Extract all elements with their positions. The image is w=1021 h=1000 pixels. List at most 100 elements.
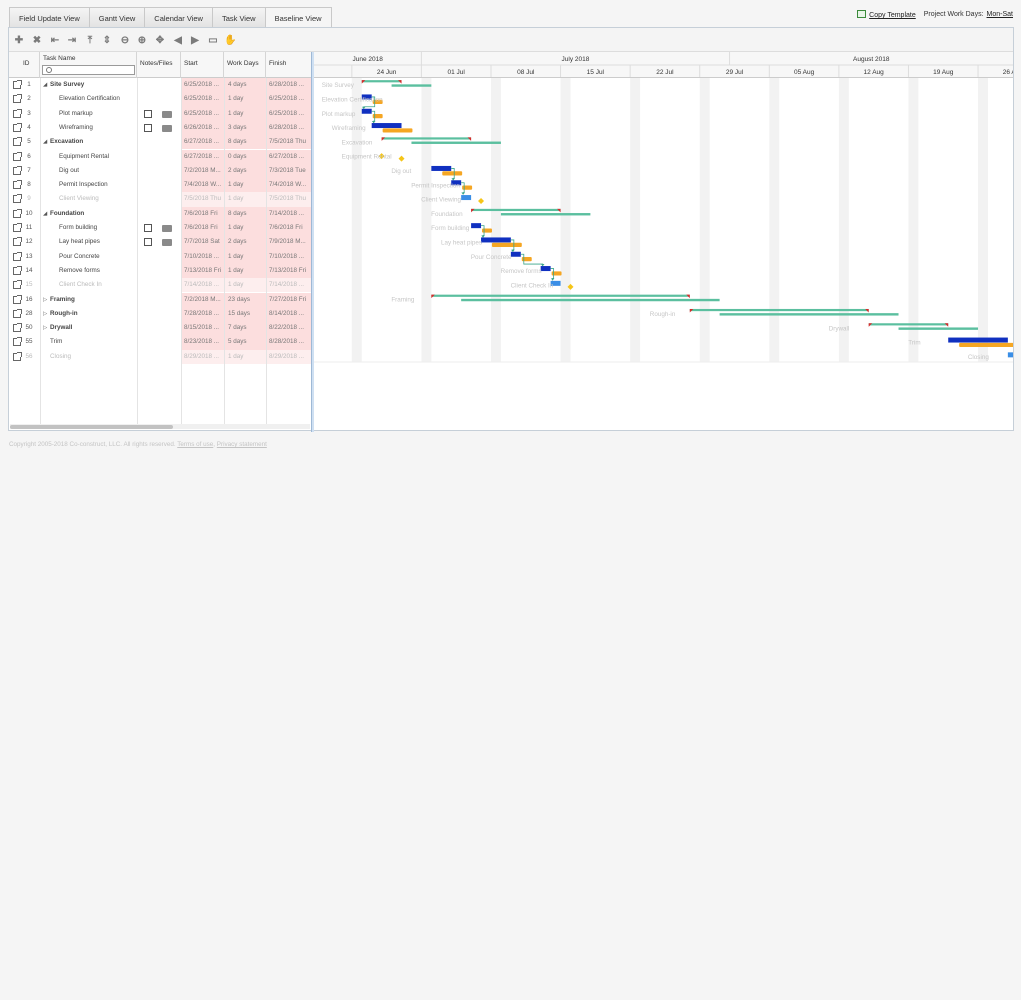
open-task-icon[interactable] — [13, 323, 22, 333]
column-header-task-name[interactable]: Task Name — [40, 52, 137, 78]
task-start[interactable]: 7/2/2018 M... — [181, 292, 224, 307]
open-task-icon[interactable] — [13, 337, 22, 347]
task-name[interactable]: Pour Concrete — [59, 250, 154, 264]
fit-icon[interactable]: ✥ — [154, 35, 166, 46]
expand-icon[interactable]: ▷ — [43, 311, 47, 317]
task-start[interactable]: 7/7/2018 Sat — [181, 235, 224, 250]
open-task-icon[interactable] — [13, 94, 22, 104]
task-start[interactable]: 6/25/2018 ... — [181, 78, 224, 93]
task-name[interactable]: Client Check In — [59, 278, 154, 292]
task-finish[interactable]: 7/5/2018 Thu — [266, 135, 311, 150]
link-icon[interactable]: ▭ — [207, 35, 219, 46]
task-start[interactable]: 6/25/2018 ... — [181, 106, 224, 121]
task-finish[interactable]: 8/28/2018 ... — [266, 335, 311, 350]
task-work-days[interactable]: 2 days — [224, 235, 267, 250]
task-start[interactable]: 7/6/2018 Fri — [181, 206, 224, 221]
open-task-icon[interactable] — [13, 223, 22, 232]
task-work-days[interactable]: 2 days — [224, 163, 267, 179]
task-start[interactable]: 7/10/2018 ... — [181, 249, 224, 264]
task-work-days[interactable]: 1 day — [224, 249, 267, 264]
tab-field-update-view[interactable]: Field Update View — [9, 7, 90, 28]
task-name[interactable]: Excavation — [50, 135, 145, 149]
task-name[interactable]: Plot markup — [59, 107, 154, 121]
task-finish[interactable]: 7/3/2018 Tue — [266, 163, 311, 179]
scroll-right-icon[interactable]: ▶ — [189, 35, 201, 46]
task-finish[interactable]: 6/28/2018 ... — [266, 120, 311, 136]
task-start[interactable]: 7/2/2018 M... — [181, 163, 224, 179]
column-header-notes[interactable]: Notes/Files — [137, 52, 181, 78]
task-name[interactable]: Wireframing — [59, 121, 154, 135]
task-name[interactable]: Foundation — [50, 207, 145, 221]
zoom-in-icon[interactable]: ⊕ — [136, 35, 148, 46]
collapse-icon[interactable]: ◢ — [43, 139, 47, 145]
folder-icon[interactable] — [162, 124, 172, 132]
task-work-days[interactable]: 8 days — [224, 135, 267, 150]
task-work-days[interactable]: 1 day — [224, 278, 267, 293]
add-icon[interactable]: ✚ — [13, 35, 25, 46]
privacy-link[interactable]: Privacy statement — [217, 441, 267, 448]
task-work-days[interactable]: 5 days — [224, 335, 267, 350]
expand-all-icon[interactable]: ⇕ — [101, 35, 113, 46]
zoom-out-icon[interactable]: ⊖ — [119, 35, 131, 46]
copy-template-button[interactable]: Copy Template — [857, 9, 916, 19]
task-finish[interactable]: 6/28/2018 ... — [266, 78, 311, 93]
tab-task-view[interactable]: Task View — [211, 7, 266, 28]
task-finish[interactable]: 7/9/2018 M... — [266, 235, 311, 250]
task-name[interactable]: Rough-in — [50, 307, 145, 321]
task-name[interactable]: Trim — [50, 335, 145, 349]
tab-gantt-view[interactable]: Gantt View — [88, 7, 146, 28]
task-name[interactable]: Client Viewing — [59, 192, 154, 206]
note-icon[interactable] — [144, 224, 152, 232]
task-start[interactable]: 6/27/2018 ... — [181, 149, 224, 164]
task-finish[interactable]: 7/14/2018 ... — [266, 278, 311, 293]
work-days-value[interactable]: Mon-Sat — [987, 11, 1013, 18]
folder-icon[interactable] — [162, 225, 172, 232]
expand-icon[interactable]: ▷ — [43, 297, 47, 303]
task-name[interactable]: Lay heat pipes — [59, 235, 154, 249]
task-start[interactable]: 7/14/2018 ... — [181, 278, 224, 293]
task-work-days[interactable]: 4 days — [224, 78, 267, 93]
task-name[interactable]: Permit Inspection — [59, 178, 154, 192]
task-name[interactable]: Drywall — [50, 321, 145, 335]
scrollbar-thumb[interactable] — [10, 425, 173, 429]
task-finish[interactable]: 7/5/2018 Thu — [266, 192, 311, 207]
expand-icon[interactable]: ▷ — [43, 325, 47, 331]
task-work-days[interactable]: 15 days — [224, 306, 267, 322]
task-start[interactable]: 7/4/2018 W... — [181, 178, 224, 193]
task-work-days[interactable]: 8 days — [224, 206, 267, 221]
task-work-days[interactable]: 0 days — [224, 149, 267, 164]
task-finish[interactable]: 6/27/2018 ... — [266, 149, 311, 164]
task-name[interactable]: Closing — [50, 350, 145, 364]
task-start[interactable]: 7/28/2018 ... — [181, 306, 224, 322]
task-start[interactable]: 8/29/2018 ... — [181, 349, 224, 364]
task-work-days[interactable]: 1 day — [224, 263, 267, 279]
folder-icon[interactable] — [162, 239, 172, 247]
open-task-icon[interactable] — [13, 294, 22, 304]
task-finish[interactable]: 6/25/2018 ... — [266, 106, 311, 121]
critical-path-icon[interactable]: ✋ — [224, 35, 236, 46]
task-search-input[interactable] — [42, 65, 135, 75]
task-name[interactable]: Framing — [50, 293, 145, 307]
task-start[interactable]: 6/25/2018 ... — [181, 92, 224, 107]
open-task-icon[interactable] — [13, 208, 22, 218]
task-finish[interactable]: 6/25/2018 ... — [266, 92, 311, 107]
task-finish[interactable]: 7/27/2018 Fri — [266, 292, 311, 307]
task-work-days[interactable]: 1 day — [224, 192, 267, 207]
task-finish[interactable]: 7/14/2018 ... — [266, 206, 311, 221]
open-task-icon[interactable] — [13, 237, 22, 247]
open-task-icon[interactable] — [13, 108, 22, 118]
task-start[interactable]: 7/6/2018 Fri — [181, 221, 224, 236]
task-start[interactable]: 7/5/2018 Thu — [181, 192, 224, 207]
task-work-days[interactable]: 1 day — [224, 349, 267, 364]
open-task-icon[interactable] — [13, 165, 22, 175]
indent-icon[interactable]: ⇤ — [49, 35, 61, 46]
collapse-icon[interactable]: ◢ — [43, 82, 47, 88]
task-name[interactable]: Remove forms — [59, 264, 154, 278]
task-start[interactable]: 8/15/2018 ... — [181, 321, 224, 336]
outdent-icon[interactable]: ⇥ — [66, 35, 78, 46]
task-work-days[interactable]: 7 days — [224, 321, 267, 336]
task-name[interactable]: Elevation Certification — [59, 92, 154, 106]
task-work-days[interactable]: 1 day — [224, 92, 267, 107]
column-header-finish[interactable]: Finish — [266, 52, 311, 78]
collapse-all-icon[interactable]: ⤒ — [84, 35, 96, 46]
